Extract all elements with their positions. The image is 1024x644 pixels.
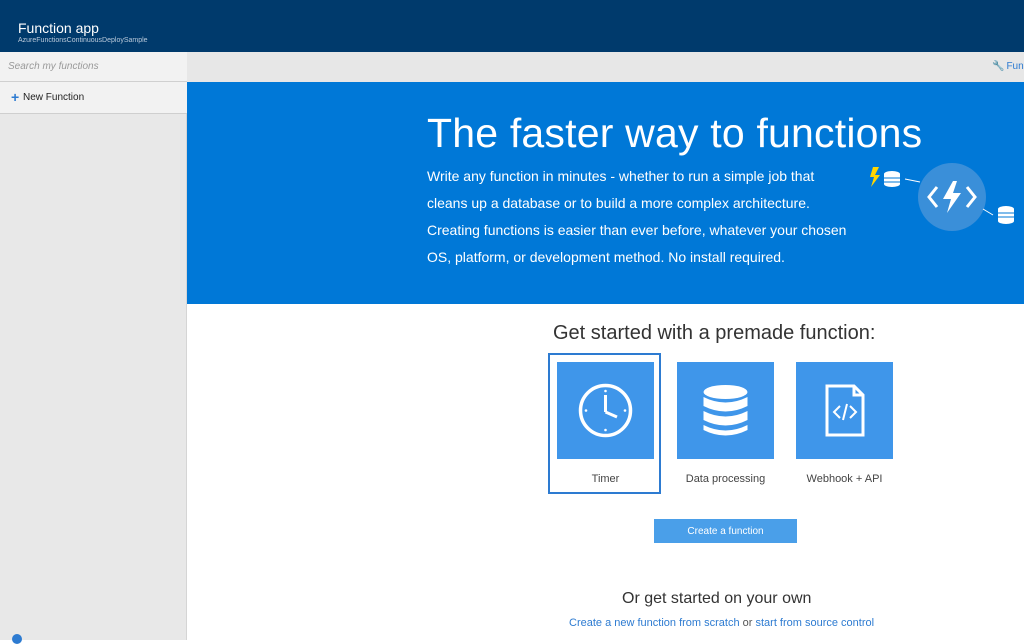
top-bar: Function app AzureFunctionsContinuousDep… bbox=[0, 0, 1024, 52]
toolbar bbox=[187, 52, 1024, 82]
plus-icon: + bbox=[11, 89, 20, 105]
search-input[interactable] bbox=[0, 52, 196, 80]
start-from-source-control-link[interactable]: start from source control bbox=[755, 617, 874, 629]
hero-description: Write any function in minutes - whether … bbox=[427, 168, 847, 265]
tile-webhook-api-image bbox=[796, 362, 893, 459]
database-icon bbox=[884, 171, 900, 187]
hero-title: The faster way to functions bbox=[427, 110, 923, 156]
tile-webhook-api[interactable]: Webhook + API bbox=[796, 362, 893, 492]
tile-data-processing-label: Data processing bbox=[685, 473, 766, 485]
database-icon bbox=[998, 206, 1014, 224]
own-links: Create a new function from scratch or st… bbox=[569, 617, 874, 629]
clock-icon bbox=[578, 383, 633, 438]
tile-webhook-api-label: Webhook + API bbox=[806, 473, 883, 485]
tile-data-processing[interactable]: Data processing bbox=[677, 362, 774, 492]
own-title: Or get started on your own bbox=[622, 590, 812, 607]
code-file-icon bbox=[825, 384, 865, 437]
database-icon bbox=[703, 385, 748, 436]
app-subtitle: AzureFunctionsContinuousDeploySample bbox=[18, 37, 148, 44]
settings-link-label: Func bbox=[1006, 61, 1024, 72]
new-function-label: New Function bbox=[23, 92, 85, 103]
tile-data-processing-image bbox=[677, 362, 774, 459]
function-app-settings-link[interactable]: 🔧Func bbox=[992, 61, 1024, 72]
tile-timer[interactable]: Timer bbox=[557, 362, 654, 492]
wrench-icon: 🔧 bbox=[992, 61, 1005, 72]
function-flow-illustration bbox=[870, 163, 1014, 231]
sidebar: + New Function bbox=[0, 52, 196, 644]
new-function-button[interactable]: + New Function bbox=[0, 82, 187, 114]
create-from-scratch-link[interactable]: Create a new function from scratch bbox=[569, 617, 740, 629]
globe-icon[interactable] bbox=[12, 634, 22, 644]
links-separator: or bbox=[742, 617, 753, 629]
tile-timer-label: Timer bbox=[591, 473, 620, 485]
hero-banner: The faster way to functions Write any fu… bbox=[187, 82, 1024, 304]
create-function-button[interactable]: Create a function bbox=[654, 519, 797, 543]
search-box bbox=[0, 52, 196, 82]
lightning-icon bbox=[870, 167, 880, 187]
tile-timer-image bbox=[557, 362, 654, 459]
premade-title: Get started with a premade function: bbox=[553, 322, 876, 344]
app-title: Function app bbox=[18, 20, 99, 36]
